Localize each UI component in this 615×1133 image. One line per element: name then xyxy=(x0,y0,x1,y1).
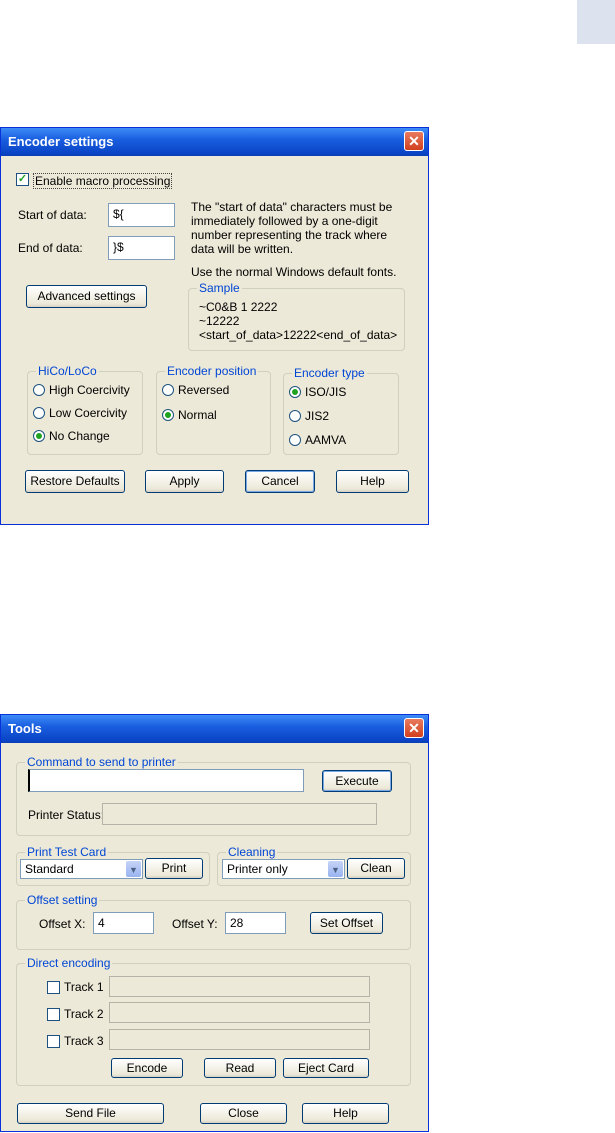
encoder-settings-titlebar: Encoder settings xyxy=(1,128,428,156)
encoder-position-group: Encoder position Reversed Normal xyxy=(156,364,271,455)
enable-macro-checkbox[interactable]: ✓ xyxy=(16,173,29,186)
apply-button[interactable]: Apply xyxy=(145,470,224,493)
dialog-title: Encoder settings xyxy=(8,134,114,149)
track-3-field xyxy=(109,1029,370,1050)
encoder-type-group: Encoder type ISO/JIS JIS2 AAMVA xyxy=(283,366,399,455)
sample-group: Sample ~C0&B 1 2222 ~12222 <start_of_dat… xyxy=(188,281,405,351)
end-of-data-label: End of data: xyxy=(18,241,83,255)
close-button[interactable]: Close xyxy=(200,1103,287,1124)
hico-loco-legend: HiCo/LoCo xyxy=(36,364,99,378)
info-text-line-3: number representing the track where xyxy=(191,228,388,242)
encoder-type-legend: Encoder type xyxy=(292,366,367,380)
normal-radio[interactable] xyxy=(162,409,174,421)
high-coercivity-radio[interactable] xyxy=(33,384,45,396)
offset-y-label: Offset Y: xyxy=(172,917,218,931)
offset-x-input[interactable]: 4 xyxy=(93,912,154,934)
help-button[interactable]: Help xyxy=(336,470,409,493)
cleaning-legend: Cleaning xyxy=(226,845,278,859)
track-2-label: Track 2 xyxy=(64,1007,104,1021)
start-of-data-input[interactable]: ${ xyxy=(108,203,175,227)
enable-macro-label: Enable macro processing xyxy=(33,173,173,189)
chevron-down-icon[interactable]: ▼ xyxy=(328,861,343,877)
page-corner-tab xyxy=(577,0,615,44)
track-1-checkbox[interactable] xyxy=(47,981,60,994)
reversed-label: Reversed xyxy=(178,383,230,397)
offset-y-input[interactable]: 28 xyxy=(225,912,286,934)
fonts-note: Use the normal Windows default fonts. xyxy=(191,265,397,279)
close-icon[interactable]: ✕ xyxy=(404,131,424,151)
cleaning-value: Printer only xyxy=(227,862,288,876)
print-test-card-value: Standard xyxy=(25,862,74,876)
printer-status-field xyxy=(102,803,377,825)
info-text-line-1: The "start of data" characters must be xyxy=(191,200,393,214)
jis2-radio[interactable] xyxy=(289,410,301,422)
track-2-field xyxy=(109,1002,370,1023)
jis2-label: JIS2 xyxy=(305,409,330,423)
info-text-line-4: data will be written. xyxy=(191,242,294,256)
hico-loco-group: HiCo/LoCo High Coercivity Low Coercivity… xyxy=(27,364,143,455)
track-3-label: Track 3 xyxy=(64,1034,104,1048)
direct-encoding-group: Direct encoding Track 1 Track 2 Track 3 … xyxy=(16,956,411,1086)
tools-titlebar: Tools xyxy=(1,715,428,743)
sample-line-1: ~C0&B 1 2222 xyxy=(199,300,278,314)
offset-setting-group: Offset setting Offset X: 4 Offset Y: 28 … xyxy=(16,893,411,950)
info-text-line-2: immediately followed by a one-digit xyxy=(191,214,378,228)
aamva-label: AAMVA xyxy=(305,433,347,447)
low-coercivity-radio[interactable] xyxy=(33,407,45,419)
end-of-data-input[interactable]: }$ xyxy=(108,236,175,260)
restore-defaults-button[interactable]: Restore Defaults xyxy=(25,470,125,493)
printer-status-label: Printer Status: xyxy=(28,808,105,822)
execute-button[interactable]: Execute xyxy=(322,770,392,792)
help-button[interactable]: Help xyxy=(302,1103,389,1124)
print-test-card-select[interactable]: Standard ▼ xyxy=(20,859,143,879)
no-change-radio[interactable] xyxy=(33,430,45,442)
clean-button[interactable]: Clean xyxy=(347,858,405,879)
direct-encoding-legend: Direct encoding xyxy=(25,956,113,970)
normal-label: Normal xyxy=(178,408,217,422)
encoder-position-legend: Encoder position xyxy=(165,364,259,378)
iso-jis-radio[interactable] xyxy=(289,386,301,398)
command-input[interactable] xyxy=(28,769,304,792)
encode-button[interactable]: Encode xyxy=(111,1058,183,1078)
advanced-settings-button[interactable]: Advanced settings xyxy=(26,285,147,308)
track-1-field xyxy=(109,976,370,997)
low-coercivity-label: Low Coercivity xyxy=(49,406,128,420)
sample-line-2: ~12222 xyxy=(199,314,240,328)
iso-jis-label: ISO/JIS xyxy=(305,385,347,399)
chevron-down-icon[interactable]: ▼ xyxy=(126,861,141,877)
track-1-label: Track 1 xyxy=(64,980,104,994)
command-group: Command to send to printer Execute Print… xyxy=(16,755,411,836)
print-test-card-group: Print Test Card Standard ▼ Print xyxy=(16,845,210,886)
print-test-card-legend: Print Test Card xyxy=(25,845,109,859)
reversed-radio[interactable] xyxy=(162,384,174,396)
track-2-checkbox[interactable] xyxy=(47,1008,60,1021)
read-button[interactable]: Read xyxy=(204,1058,276,1078)
encoder-settings-dialog: Encoder settings ✕ ✓ Enable macro proces… xyxy=(0,127,429,525)
sample-line-3: <start_of_data>12222<end_of_data> xyxy=(199,328,398,342)
cleaning-group: Cleaning Printer only ▼ Clean xyxy=(217,845,411,886)
high-coercivity-label: High Coercivity xyxy=(49,383,130,397)
close-icon[interactable]: ✕ xyxy=(404,718,424,738)
track-3-checkbox[interactable] xyxy=(47,1035,60,1048)
no-change-label: No Change xyxy=(49,429,110,443)
sample-legend: Sample xyxy=(197,281,242,295)
cleaning-select[interactable]: Printer only ▼ xyxy=(222,859,345,879)
aamva-radio[interactable] xyxy=(289,434,301,446)
offset-x-label: Offset X: xyxy=(39,917,86,931)
cancel-button[interactable]: Cancel xyxy=(245,470,315,493)
dialog-title: Tools xyxy=(8,721,42,736)
set-offset-button[interactable]: Set Offset xyxy=(310,912,383,934)
command-legend: Command to send to printer xyxy=(25,755,178,769)
print-button[interactable]: Print xyxy=(145,858,203,879)
offset-setting-legend: Offset setting xyxy=(25,893,100,907)
tools-dialog: Tools ✕ Command to send to printer Execu… xyxy=(0,714,429,1132)
eject-card-button[interactable]: Eject Card xyxy=(283,1058,369,1078)
start-of-data-label: Start of data: xyxy=(18,208,87,222)
send-file-button[interactable]: Send File xyxy=(17,1103,164,1124)
